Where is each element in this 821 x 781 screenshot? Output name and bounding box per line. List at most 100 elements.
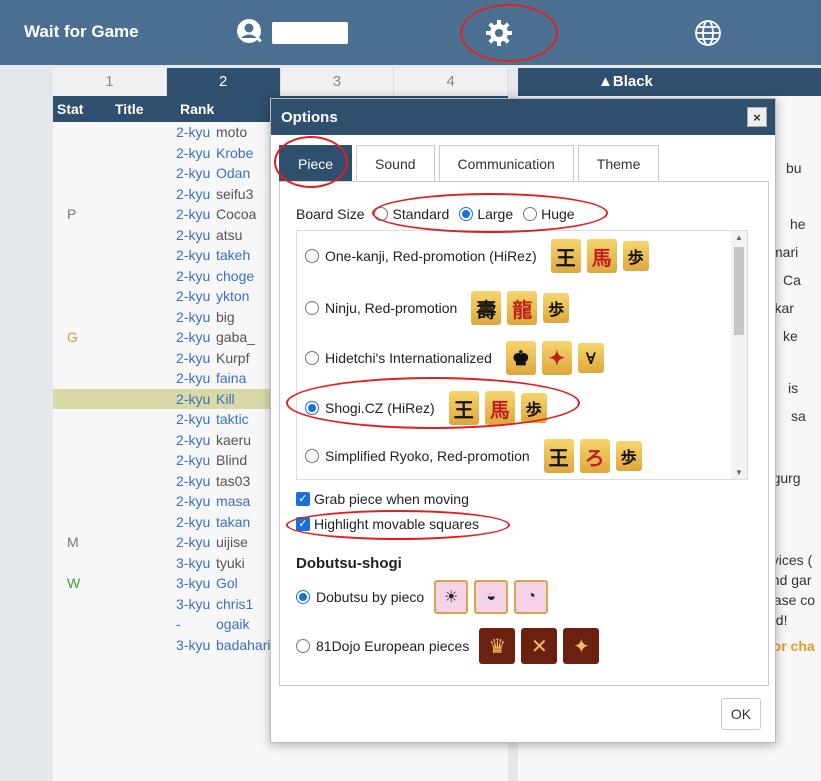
col-title[interactable]: Title <box>115 101 144 117</box>
radio-piece-2[interactable] <box>305 301 319 315</box>
row-rank: 2-kyu <box>176 206 211 222</box>
tab-4[interactable]: 4 <box>394 68 508 96</box>
radio-piece-5[interactable] <box>305 449 319 463</box>
list-scrollbar[interactable]: ▲ ▼ <box>731 231 747 479</box>
piece-option[interactable]: One-kanji, Red-promotion (HiRez) 王 馬 歩 <box>305 239 649 273</box>
game-header: ▲Black <box>518 68 821 96</box>
piece-tile: ✦ <box>541 341 572 375</box>
piece-tile: 歩 <box>615 441 642 471</box>
tab-2[interactable]: 2 <box>166 68 281 96</box>
dobutsu-option[interactable]: Dobutsu by pieco ☀ ◒ ◔ <box>296 580 549 614</box>
row-rank: 3-kyu <box>176 554 211 571</box>
ok-button[interactable]: OK <box>721 698 761 730</box>
search-input[interactable] <box>272 22 348 44</box>
row-name[interactable]: masa <box>216 491 250 512</box>
row-rank: 3-kyu <box>176 595 211 612</box>
piece-tile: 壽 <box>471 291 502 325</box>
game-info-text: ke <box>783 328 798 344</box>
row-name[interactable]: gaba_ <box>216 327 255 348</box>
row-name[interactable]: atsu <box>216 225 242 246</box>
row-stat: G <box>67 329 78 345</box>
row-name[interactable]: takan <box>216 512 250 533</box>
row-rank: 2-kyu <box>176 493 211 509</box>
scroll-down-icon[interactable]: ▼ <box>735 468 743 477</box>
row-rank: 2-kyu <box>176 452 211 468</box>
row-name[interactable]: Kill <box>216 389 235 410</box>
row-rank: 2-kyu <box>176 124 211 140</box>
row-name[interactable]: tas03 <box>216 471 250 492</box>
row-name[interactable]: takeh <box>216 245 250 266</box>
row-rank: 2-kyu <box>176 267 211 284</box>
row-rank: 2-kyu <box>176 329 211 345</box>
piece-label: Ninju, Red-promotion <box>325 300 458 316</box>
col-rank[interactable]: Rank <box>180 101 214 117</box>
row-rank: 2-kyu <box>176 144 211 161</box>
row-name[interactable]: Kurpf <box>216 348 249 369</box>
row-rank: 2-kyu <box>176 185 211 202</box>
radio-piece-3[interactable] <box>305 351 319 365</box>
row-name[interactable]: Blind <box>216 450 247 471</box>
row-name[interactable]: ogaik <box>216 614 249 635</box>
scroll-thumb[interactable] <box>734 247 744 335</box>
piece-tile: 龍 <box>507 291 538 325</box>
row-name[interactable]: taktic <box>216 409 249 430</box>
list-tabs: 1 2 3 4 <box>53 68 508 96</box>
piece-option[interactable]: Hidetchi's Internationalized ♚ ✦ ∀ <box>305 341 604 375</box>
european-option[interactable]: 81Dojo European pieces ♛ ✕ ✦ <box>296 628 600 664</box>
row-name[interactable]: big <box>216 307 235 328</box>
dialog-header: Options × <box>271 99 775 135</box>
game-info-text: sa <box>791 408 806 424</box>
row-rank: 2-kyu <box>176 513 211 530</box>
row-name[interactable]: seifu3 <box>216 184 253 205</box>
european-label: 81Dojo European pieces <box>316 638 470 654</box>
tab-theme[interactable]: Theme <box>577 145 660 181</box>
scroll-up-icon[interactable]: ▲ <box>735 233 743 242</box>
page-title: Wait for Game <box>24 22 139 41</box>
row-rank: 3-kyu <box>176 636 211 653</box>
row-rank: - <box>176 616 181 632</box>
tab-sound[interactable]: Sound <box>356 145 435 181</box>
piece-style-list[interactable]: One-kanji, Red-promotion (HiRez) 王 馬 歩 N… <box>296 230 748 480</box>
row-rank: 2-kyu <box>176 534 211 550</box>
row-name[interactable]: Gol <box>216 573 238 594</box>
globe-icon[interactable] <box>694 19 722 47</box>
col-stat[interactable]: Stat <box>57 101 83 117</box>
grab-option[interactable]: ✓ Grab piece when moving <box>296 491 469 507</box>
row-name[interactable]: ykton <box>216 286 249 307</box>
tab-communication[interactable]: Communication <box>438 145 574 181</box>
piece-option[interactable]: Simplified Ryoko, Red-promotion 王 ろ 歩 <box>305 439 642 473</box>
annotation-circle <box>274 136 348 188</box>
chick-icon: ◔ <box>514 580 549 614</box>
row-name[interactable]: Cocoa <box>216 204 256 225</box>
row-stat: M <box>67 534 79 550</box>
row-name[interactable]: moto <box>216 122 247 143</box>
cross-swords-icon: ✕ <box>521 628 558 664</box>
radio-european[interactable] <box>296 639 310 653</box>
lion-icon: ☀ <box>434 580 469 614</box>
row-name[interactable]: faina <box>216 368 246 389</box>
piece-tab-content: Board Size Standard Large Huge One-kanji… <box>279 181 769 686</box>
tab-1[interactable]: 1 <box>53 68 167 96</box>
row-rank: 2-kyu <box>176 165 211 181</box>
row-rank: 2-kyu <box>176 349 211 366</box>
dobutsu-title: Dobutsu-shogi <box>296 555 402 572</box>
row-name[interactable]: kaeru <box>216 430 251 451</box>
piece-option[interactable]: Ninju, Red-promotion 壽 龍 歩 <box>305 291 570 325</box>
game-info-text: Ca <box>783 272 801 288</box>
close-button[interactable]: × <box>747 107 767 127</box>
row-name[interactable]: choge <box>216 266 254 287</box>
row-name[interactable]: tyuki <box>216 553 245 574</box>
tab-3[interactable]: 3 <box>280 68 395 96</box>
row-name[interactable]: uijise <box>216 532 248 553</box>
annotation-circle <box>286 377 580 429</box>
user-search-icon[interactable] <box>236 18 264 46</box>
grab-checkbox[interactable]: ✓ <box>296 492 310 506</box>
row-name[interactable]: Krobe <box>216 143 253 164</box>
dialog-title: Options <box>281 109 338 126</box>
row-name[interactable]: Odan <box>216 163 250 184</box>
annotation-circle <box>460 4 558 62</box>
radio-piece-1[interactable] <box>305 249 319 263</box>
piece-label: Hidetchi's Internationalized <box>325 350 492 366</box>
row-name[interactable]: chris1 <box>216 594 253 615</box>
radio-dobutsu[interactable] <box>296 590 310 604</box>
